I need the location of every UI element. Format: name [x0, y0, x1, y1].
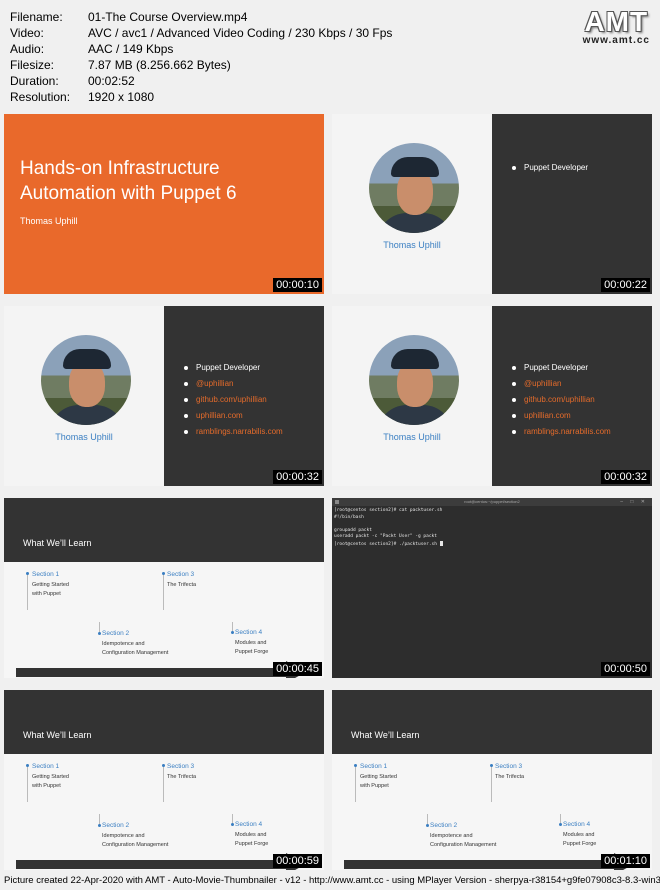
- section-1-label: Section 1: [360, 763, 388, 770]
- bullet-panel: Puppet Developer @uphillian github.com/u…: [164, 306, 324, 486]
- timestamp: 00:00:22: [601, 278, 650, 292]
- bullet-panel: Puppet Developer @uphillian github.com/u…: [492, 306, 652, 486]
- section-3-label: Section 3: [167, 763, 195, 770]
- timestamp: 00:00:32: [601, 470, 650, 484]
- section-3-label: Section 3: [167, 571, 195, 578]
- window-controls-icon: – □ ✕: [620, 499, 648, 505]
- learn-heading: What We’ll Learn: [23, 538, 92, 548]
- timeline-arrow: [16, 668, 286, 677]
- profile-panel: Thomas Uphill: [332, 114, 492, 294]
- bullet-twitter: @uphillian: [512, 376, 611, 392]
- info-row-audio: Audio: AAC / 149 Kbps: [10, 42, 174, 56]
- thumbnail-4[interactable]: Thomas Uphill Puppet Developer @uphillia…: [332, 306, 652, 486]
- section-2-desc: Idempotence and Configuration Management: [102, 641, 169, 656]
- learn-header: What We’ll Learn: [332, 690, 652, 754]
- section-4-desc: Modules and Puppet Forge: [235, 640, 269, 655]
- section-3-desc: The Trifecta: [167, 582, 197, 588]
- info-row-filesize: Filesize: 7.87 MB (8.256.662 Bytes): [10, 58, 231, 72]
- section-4-label: Section 4: [235, 821, 263, 828]
- thumbnail-3[interactable]: Thomas Uphill Puppet Developer @uphillia…: [4, 306, 324, 486]
- section-4-desc: Modules and Puppet Forge: [563, 832, 597, 847]
- slide-author: Thomas Uphill: [20, 216, 78, 226]
- section-3-desc: The Trifecta: [167, 774, 197, 780]
- section-2-label: Section 2: [102, 630, 130, 637]
- learn-timeline: Section 1 Getting Started with Puppet Sec…: [4, 562, 324, 678]
- thumbnail-2[interactable]: Thomas Uphill Puppet Developer 00:00:22: [332, 114, 652, 294]
- section-4-label: Section 4: [563, 821, 591, 828]
- bullet-github: github.com/uphillian: [512, 392, 611, 408]
- presenter-name: Thomas Uphill: [383, 432, 441, 442]
- presenter-photo: [369, 143, 459, 233]
- section-1-label: Section 1: [32, 571, 60, 578]
- bullet-website: uphillian.com: [184, 408, 283, 424]
- thumbnail-6[interactable]: root@centos:~/puppet/section2 – □ ✕ [roo…: [332, 498, 652, 678]
- amt-logo: AMT www.amt.cc: [583, 6, 650, 46]
- bullet-twitter: @uphillian: [184, 376, 283, 392]
- learn-timeline: Section 1 Getting Started with Puppet Sec…: [332, 754, 652, 870]
- section-2-desc: Idempotence and Configuration Management: [102, 833, 169, 848]
- timestamp: 00:00:10: [273, 278, 322, 292]
- thumbnail-8[interactable]: What We’ll Learn Section 1 Getting Start…: [332, 690, 652, 870]
- timestamp: 00:00:50: [601, 662, 650, 676]
- timestamp: 00:00:45: [273, 662, 322, 676]
- bullet-blog: ramblings.narrabilis.com: [512, 424, 611, 440]
- terminal-title: root@centos:~/puppet/section2: [464, 499, 520, 504]
- info-row-filename: Filename: 01-The Course Overview.mp4: [10, 10, 248, 24]
- timestamp: 00:00:59: [273, 854, 322, 868]
- bullet-role: Puppet Developer: [184, 360, 283, 376]
- section-3-label: Section 3: [495, 763, 523, 770]
- profile-panel: Thomas Uphill: [4, 306, 164, 486]
- bullet-github: github.com/uphillian: [184, 392, 283, 408]
- section-1-label: Section 1: [32, 763, 60, 770]
- section-1-desc: Getting Started with Puppet: [32, 582, 69, 597]
- section-1-desc: Getting Started with Puppet: [32, 774, 69, 789]
- bullet-panel: Puppet Developer: [492, 114, 652, 294]
- learn-timeline: Section 1 Getting Started with Puppet Sec…: [4, 754, 324, 870]
- section-3-desc: The Trifecta: [495, 774, 525, 780]
- presenter-photo: [41, 335, 131, 425]
- learn-heading: What We’ll Learn: [23, 730, 92, 740]
- section-1-desc: Getting Started with Puppet: [360, 774, 397, 789]
- section-2-desc: Idempotence and Configuration Management: [430, 833, 497, 848]
- learn-heading: What We’ll Learn: [351, 730, 420, 740]
- logo-text: AMT: [584, 6, 649, 37]
- logo-url: www.amt.cc: [582, 35, 650, 46]
- info-row-duration: Duration: 00:02:52: [10, 74, 135, 88]
- learn-header: What We’ll Learn: [4, 690, 324, 754]
- cursor-icon: [439, 540, 443, 546]
- thumbnail-7[interactable]: What We’ll Learn Section 1 Getting Start…: [4, 690, 324, 870]
- footer-credit: Picture created 22-Apr-2020 with AMT - A…: [4, 875, 660, 886]
- timeline-arrow: [16, 860, 286, 869]
- presenter-name: Thomas Uphill: [55, 432, 113, 442]
- presenter-name: Thomas Uphill: [383, 240, 441, 250]
- thumbnail-5[interactable]: What We’ll Learn Section 1 Getting Start…: [4, 498, 324, 678]
- bullet-role: Puppet Developer: [512, 160, 588, 176]
- timestamp: 00:00:32: [273, 470, 322, 484]
- bullet-website: uphillian.com: [512, 408, 611, 424]
- bullet-list: Puppet Developer @uphillian github.com/u…: [184, 360, 283, 440]
- profile-panel: Thomas Uphill: [332, 306, 492, 486]
- terminal-titlebar: root@centos:~/puppet/section2 – □ ✕: [332, 498, 652, 506]
- terminal-output: [root@centos section2]# cat packtuser.sh…: [334, 508, 443, 547]
- file-info: Filename: 01-The Course Overview.mp4 Vide…: [10, 9, 392, 105]
- section-2-label: Section 2: [102, 822, 130, 829]
- thumbnail-1[interactable]: Hands-on Infrastructure Automation with …: [4, 114, 324, 294]
- section-4-label: Section 4: [235, 629, 263, 636]
- bullet-role: Puppet Developer: [512, 360, 611, 376]
- presenter-photo: [369, 335, 459, 425]
- bullet-blog: ramblings.narrabilis.com: [184, 424, 283, 440]
- info-row-video: Video: AVC / avc1 / Advanced Video Coding…: [10, 26, 393, 40]
- section-4-desc: Modules and Puppet Forge: [235, 832, 269, 847]
- timeline-arrow: [344, 860, 614, 869]
- timestamp: 00:01:10: [601, 854, 650, 868]
- learn-header: What We’ll Learn: [4, 498, 324, 562]
- section-2-label: Section 2: [430, 822, 458, 829]
- bullet-list: Puppet Developer: [512, 160, 588, 176]
- bullet-list: Puppet Developer @uphillian github.com/u…: [512, 360, 611, 440]
- slide-title: Hands-on Infrastructure Automation with …: [20, 158, 237, 204]
- info-row-resolution: Resolution: 1920 x 1080: [10, 90, 155, 104]
